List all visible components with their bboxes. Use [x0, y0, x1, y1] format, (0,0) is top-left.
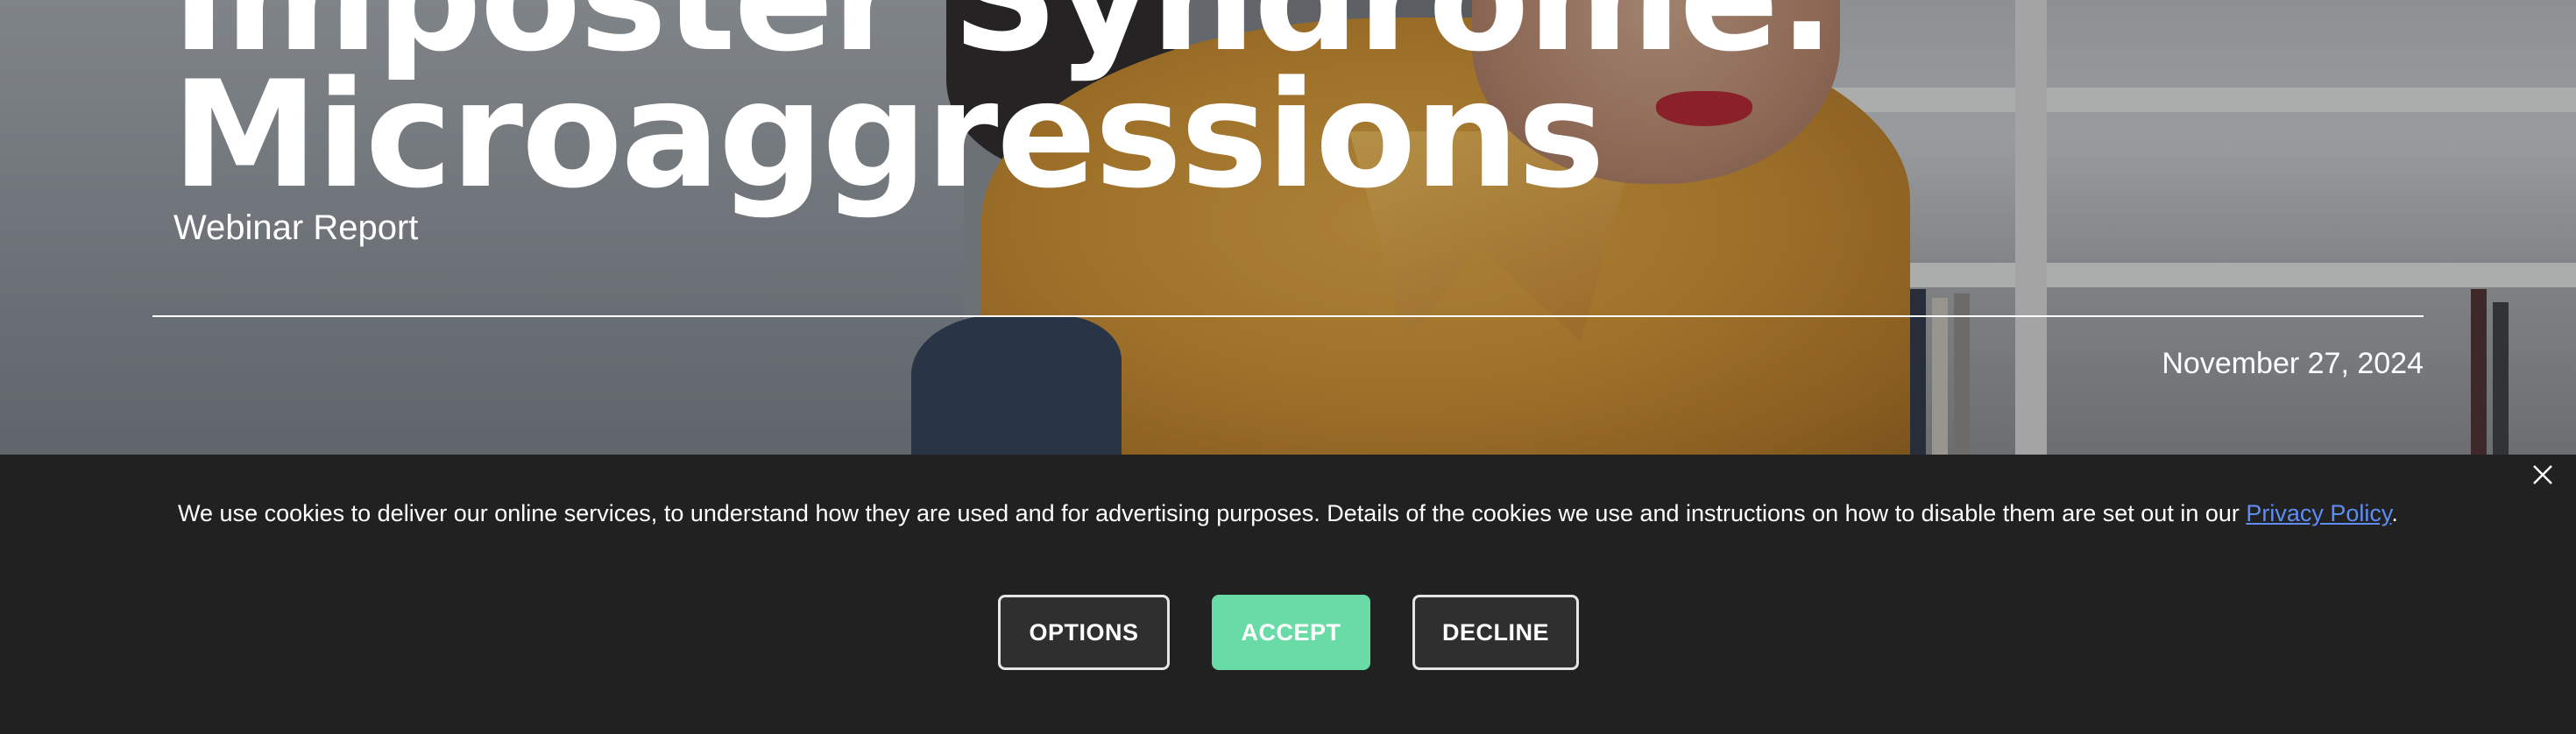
accept-button[interactable]: ACCEPT [1212, 595, 1370, 670]
privacy-policy-link[interactable]: Privacy Policy [2246, 500, 2391, 526]
publish-date: November 27, 2024 [2162, 347, 2424, 380]
decline-button[interactable]: DECLINE [1412, 595, 1579, 670]
cookie-message: We use cookies to deliver our online ser… [0, 498, 2576, 529]
close-icon[interactable] [2530, 462, 2555, 487]
hero-banner: Imposter Syndrome: Microaggressions Webi… [0, 0, 2576, 455]
cookie-message-end: . [2391, 500, 2398, 526]
cookie-message-text: We use cookies to deliver our online ser… [178, 500, 2247, 526]
hero-divider [152, 315, 2424, 317]
close-icon-graphic [2533, 465, 2552, 484]
page-subtitle: Webinar Report [173, 208, 419, 247]
options-button[interactable]: OPTIONS [998, 595, 1170, 670]
page-title: Imposter Syndrome: Microaggressions [172, 0, 1836, 208]
page-title-line-2: Microaggressions [172, 49, 1605, 221]
